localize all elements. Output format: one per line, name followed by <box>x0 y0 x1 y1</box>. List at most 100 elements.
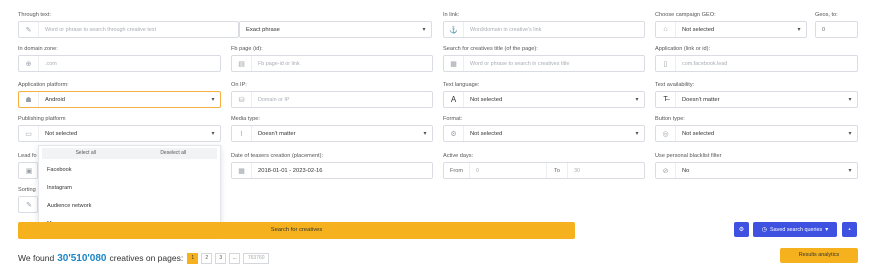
media-type-label: Media type: <box>231 116 260 122</box>
save-icon: ▪ <box>848 226 851 233</box>
globe-icon: ⊕ <box>19 56 39 71</box>
application-label: Application (link or id): <box>655 46 711 52</box>
paperclip-icon: ⌇ <box>232 126 252 141</box>
app-platform-select[interactable]: ☗ Android ▾ <box>18 91 221 108</box>
results-summary: We found 30'510'080 creatives on pages: … <box>18 251 272 265</box>
through-text-field: Through text: <box>18 11 51 19</box>
chevron-down-icon: ▾ <box>211 97 215 103</box>
search-button[interactable]: Search for creatives <box>18 222 575 239</box>
text-language-label: Text language: <box>443 82 480 88</box>
page-3[interactable]: 3 <box>215 252 227 264</box>
page-1[interactable]: 1 <box>187 252 199 264</box>
geos-to-label: Geos, to: <box>815 12 838 18</box>
on-ip-input[interactable]: ⛁ Domain or IP <box>231 91 433 108</box>
app-platform-label: Application platform: <box>18 82 69 88</box>
phrase-mode-select[interactable]: Exact phrase ▾ <box>239 21 432 38</box>
campaign-geo-label: Choose campaign GEO: <box>655 12 716 18</box>
domain-zone-label: In domain zone: <box>18 46 58 52</box>
chevron-down-icon: ▾ <box>635 131 639 137</box>
button-type-select[interactable]: ◎ Not selected ▾ <box>655 125 858 142</box>
server-icon: ⛁ <box>232 92 252 107</box>
through-text-input[interactable]: ✎ Word or phrase to search through creat… <box>18 21 239 38</box>
domain-zone-input[interactable]: ⊕ .com <box>18 55 221 72</box>
desktop-icon: ▭ <box>19 126 39 141</box>
calendar-icon: ▦ <box>232 163 252 178</box>
fb-page-label: Fb page (id): <box>231 46 263 52</box>
media-type-select[interactable]: ⌇ Doesn't matter ▾ <box>231 125 433 142</box>
publishing-platform-select[interactable]: ▭ Not selected ▾ <box>18 125 221 142</box>
chevron-down-icon: ▾ <box>423 131 427 137</box>
active-days-label: Active days: <box>443 153 474 159</box>
to-label: To <box>546 163 568 178</box>
ban-icon: ⊘ <box>656 163 676 178</box>
on-ip-label: On IP: <box>231 82 247 88</box>
font-icon: A <box>444 92 464 107</box>
format-select[interactable]: ⚙ Not selected ▾ <box>443 125 645 142</box>
teaser-date-input[interactable]: ▦ 2018-01-01 - 2023-02-16 <box>231 162 433 179</box>
from-input[interactable]: 0 <box>470 168 546 174</box>
page-ellipsis: ... <box>229 252 241 264</box>
save-button[interactable]: ▪ <box>842 222 857 237</box>
publishing-platform-label: Publishing platform <box>18 116 66 122</box>
saved-queries-button[interactable]: ◷ Saved search queries ▾ <box>753 222 837 237</box>
sorting-select[interactable]: ✎ <box>18 196 38 213</box>
chevron-down-icon: ▾ <box>848 97 852 103</box>
bank-icon: ⌂ <box>656 22 676 37</box>
form-icon: ▣ <box>25 167 33 175</box>
fb-page-input[interactable]: ▤ Fb page-id or link <box>231 55 433 72</box>
creatives-title-label: Search for creatives title (of the page)… <box>443 46 538 52</box>
dropdown-item-facebook[interactable]: Facebook <box>39 161 220 179</box>
sorting-label: Sorting <box>18 187 36 193</box>
text-availability-select[interactable]: T̶ Doesn't matter ▾ <box>655 91 858 108</box>
results-analytics-button[interactable]: Results analytics <box>780 248 858 263</box>
text-strike-icon: T̶ <box>656 92 676 107</box>
in-link-input[interactable]: ⚓ Word/domain in creative's link <box>443 21 645 38</box>
page-icon: ▤ <box>232 56 252 71</box>
page-2[interactable]: 2 <box>201 252 213 264</box>
deselect-all-button[interactable]: Deselect all <box>130 148 218 159</box>
creatives-title-input[interactable]: ▦ Word or phrase to search in creatives … <box>443 55 645 72</box>
dropdown-item-instagram[interactable]: Instagram <box>39 179 220 197</box>
chevron-down-icon: ▾ <box>211 131 215 137</box>
in-link-label: In link: <box>443 12 460 18</box>
chevron-down-icon: ▾ <box>797 27 801 33</box>
application-input[interactable]: ▯ com.facebook.lead <box>655 55 858 72</box>
campaign-geo-select[interactable]: ⌂ Not selected ▾ <box>655 21 807 38</box>
gear-icon: ⚙ <box>444 126 464 141</box>
anchor-icon: ⚓ <box>444 22 464 37</box>
select-all-button[interactable]: Select all <box>42 148 130 159</box>
active-days-range: From 0 To 30 <box>443 162 645 179</box>
gear-icon: ⚙ <box>738 227 745 233</box>
pencil-icon: ✎ <box>19 22 39 37</box>
phone-icon: ▯ <box>656 56 676 71</box>
pagination: 1 2 3 ... 763760 <box>187 252 272 264</box>
text-language-select[interactable]: A Not selected ▾ <box>443 91 645 108</box>
chevron-down-icon: ▾ <box>825 227 829 233</box>
lead-form-label: Lead fo <box>18 153 37 159</box>
android-icon: ☗ <box>19 92 39 107</box>
through-text-label: Through text: <box>18 12 51 18</box>
dropdown-header: Select all Deselect all <box>42 148 217 159</box>
pencil-icon: ✎ <box>26 201 32 209</box>
chevron-down-icon: ▾ <box>848 168 852 174</box>
chevron-down-icon: ▾ <box>422 27 426 33</box>
button-type-label: Button type: <box>655 116 685 122</box>
blacklist-select[interactable]: ⊘ No ▾ <box>655 162 858 179</box>
clock-icon: ◷ <box>761 227 768 233</box>
chevron-down-icon: ▾ <box>848 131 852 137</box>
dropdown-item-audience-network[interactable]: Audience network <box>39 197 220 215</box>
text-availability-label: Text availability: <box>655 82 695 88</box>
settings-button[interactable]: ⚙ <box>734 222 749 237</box>
title-icon: ▦ <box>444 56 464 71</box>
page-last[interactable]: 763760 <box>243 252 270 264</box>
from-label: From <box>444 163 470 178</box>
geos-to-input[interactable]: 0 <box>815 21 858 38</box>
format-label: Format: <box>443 116 463 122</box>
chevron-down-icon: ▾ <box>635 97 639 103</box>
lead-form-select[interactable]: ▣ <box>18 162 38 179</box>
publishing-platform-dropdown: Select all Deselect all Facebook Instagr… <box>38 145 221 232</box>
circle-icon: ◎ <box>656 126 676 141</box>
teaser-date-label: Date of teasers creation (placement): <box>231 153 324 159</box>
to-input[interactable]: 30 <box>568 168 644 174</box>
blacklist-label: Use personal blacklist filter <box>655 153 722 159</box>
